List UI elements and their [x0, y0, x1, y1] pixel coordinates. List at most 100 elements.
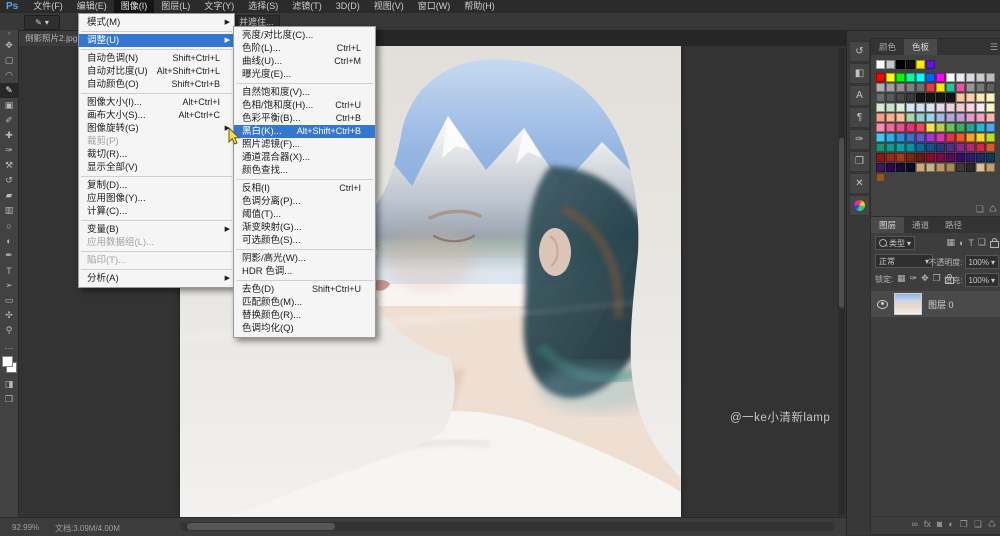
- color-swatch[interactable]: [936, 133, 945, 142]
- color-swatch[interactable]: [926, 143, 935, 152]
- color-swatch[interactable]: [956, 103, 965, 112]
- color-swatch[interactable]: [976, 163, 985, 172]
- foreground-color-swatch[interactable]: [2, 356, 13, 367]
- color-swatch[interactable]: [876, 73, 885, 82]
- new-layer-icon[interactable]: ❏: [974, 519, 982, 530]
- color-swatch[interactable]: [936, 103, 945, 112]
- color-swatch[interactable]: [916, 103, 925, 112]
- menu-item-row[interactable]: 自动色调(N)Shift+Ctrl+L: [79, 52, 234, 65]
- menu-item-row[interactable]: 可选颜色(S)...: [234, 234, 375, 247]
- color-swatch[interactable]: [906, 83, 915, 92]
- menu-item-row[interactable]: 裁切(R)...: [79, 148, 234, 161]
- color-swatch[interactable]: [886, 133, 895, 142]
- history-brush-tool[interactable]: ↺: [0, 173, 18, 188]
- link-layers-icon[interactable]: ∞: [911, 519, 917, 529]
- layer-visibility-eye-icon[interactable]: [877, 300, 888, 309]
- color-swatch[interactable]: [976, 83, 985, 92]
- menu-item-row[interactable]: 应用图像(Y)...: [79, 192, 234, 205]
- color-swatch[interactable]: [956, 113, 965, 122]
- color-swatch[interactable]: [986, 163, 995, 172]
- color-swatch[interactable]: [896, 153, 905, 162]
- close-panel-icon[interactable]: ✕: [849, 173, 870, 194]
- layer-row[interactable]: 图层 0: [871, 291, 1000, 317]
- horizontal-scrollbar-thumb[interactable]: [187, 523, 335, 530]
- color-swatch[interactable]: [966, 123, 975, 132]
- color-swatch[interactable]: [926, 93, 935, 102]
- menu-item-row[interactable]: 自动颜色(O)Shift+Ctrl+B: [79, 78, 234, 91]
- menu-item-row[interactable]: 反相(I)Ctrl+I: [234, 182, 375, 195]
- layer-filter-type-select[interactable]: 类型 ▾: [875, 236, 915, 250]
- color-swatch[interactable]: [896, 123, 905, 132]
- color-swatch[interactable]: [886, 123, 895, 132]
- hand-tool[interactable]: ✣: [0, 308, 18, 323]
- menu-item-row[interactable]: 匹配颜色(M)...: [234, 296, 375, 309]
- color-swatch[interactable]: [926, 133, 935, 142]
- vertical-scrollbar-thumb[interactable]: [839, 138, 844, 308]
- menu-item-row[interactable]: 颜色查找...: [234, 164, 375, 177]
- tool-preset-picker[interactable]: ✎ ▾: [24, 15, 60, 30]
- lock-transparent-icon[interactable]: ▦: [897, 273, 906, 284]
- color-swatch[interactable]: [906, 113, 915, 122]
- color-swatch[interactable]: [916, 93, 925, 102]
- tab-颜色[interactable]: 颜色: [871, 39, 904, 55]
- color-swatch[interactable]: [926, 103, 935, 112]
- color-swatch[interactable]: [986, 83, 995, 92]
- menu-item-row[interactable]: 曝光度(E)...: [234, 68, 375, 81]
- delete-layer-icon[interactable]: ♺: [988, 519, 996, 530]
- color-swatch[interactable]: [966, 153, 975, 162]
- menu-item-row[interactable]: 显示全部(V): [79, 161, 234, 174]
- color-swatch[interactable]: [916, 163, 925, 172]
- color-swatch[interactable]: [946, 133, 955, 142]
- paragraph-panel-icon[interactable]: ¶: [849, 107, 870, 128]
- color-swatch[interactable]: [926, 163, 935, 172]
- color-swatch[interactable]: [986, 73, 995, 82]
- color-swatch[interactable]: [926, 60, 935, 69]
- color-swatch[interactable]: [876, 163, 885, 172]
- menubar-item[interactable]: 图像(I): [114, 0, 155, 13]
- color-swatch[interactable]: [896, 133, 905, 142]
- color-swatch[interactable]: [966, 103, 975, 112]
- lock-pixels-icon[interactable]: ✑: [910, 273, 918, 284]
- dodge-tool[interactable]: ◐: [0, 233, 18, 248]
- filter-type-icon[interactable]: T: [968, 238, 974, 248]
- color-swatch[interactable]: [946, 123, 955, 132]
- filter-adjustment-icon[interactable]: ◐: [959, 238, 964, 248]
- panel-menu-icon[interactable]: ☰: [990, 39, 998, 55]
- color-swatch[interactable]: [976, 103, 985, 112]
- color-swatch[interactable]: [906, 143, 915, 152]
- color-swatch[interactable]: [876, 83, 885, 92]
- character-panel-icon[interactable]: A: [849, 85, 870, 106]
- menu-item-row[interactable]: 色调均化(Q): [234, 322, 375, 335]
- menu-item-row[interactable]: 阈值(T)...: [234, 208, 375, 221]
- properties-panel-icon[interactable]: ◧: [849, 63, 870, 84]
- quick-mask-button[interactable]: ◨: [0, 377, 18, 392]
- color-swatch[interactable]: [936, 73, 945, 82]
- menu-item-row[interactable]: 复制(D)...: [79, 179, 234, 192]
- path-select-tool[interactable]: ➢: [0, 278, 18, 293]
- menu-item-row[interactable]: 色调分离(P)...: [234, 195, 375, 208]
- color-swatch[interactable]: [896, 143, 905, 152]
- color-swatch[interactable]: [976, 153, 985, 162]
- menu-item-row[interactable]: 自然饱和度(V)...: [234, 86, 375, 99]
- move-tool[interactable]: ✥: [0, 38, 18, 53]
- tab-色板[interactable]: 色板: [904, 39, 937, 55]
- menu-item-row[interactable]: 画布大小(S)...Alt+Ctrl+C: [79, 109, 234, 122]
- menu-item-row[interactable]: 计算(C)...: [79, 205, 234, 218]
- layer-group-icon[interactable]: ❐: [960, 519, 968, 530]
- healing-brush-tool[interactable]: ✚: [0, 128, 18, 143]
- color-swatch[interactable]: [886, 113, 895, 122]
- color-swatch[interactable]: [946, 103, 955, 112]
- tab-图层[interactable]: 图层: [871, 217, 904, 233]
- filter-shape-icon[interactable]: ❏: [978, 237, 986, 248]
- crop-tool[interactable]: ▣: [0, 98, 18, 113]
- color-swatch[interactable]: [906, 123, 915, 132]
- color-swatch[interactable]: [916, 60, 925, 69]
- color-swatch[interactable]: [906, 163, 915, 172]
- color-swatch[interactable]: [946, 93, 955, 102]
- color-swatch[interactable]: [936, 163, 945, 172]
- menubar-item[interactable]: 图层(L): [154, 0, 197, 13]
- color-swatch[interactable]: [876, 113, 885, 122]
- color-swatch[interactable]: [966, 93, 975, 102]
- gradient-tool[interactable]: ▥: [0, 203, 18, 218]
- vertical-scrollbar[interactable]: [838, 48, 845, 515]
